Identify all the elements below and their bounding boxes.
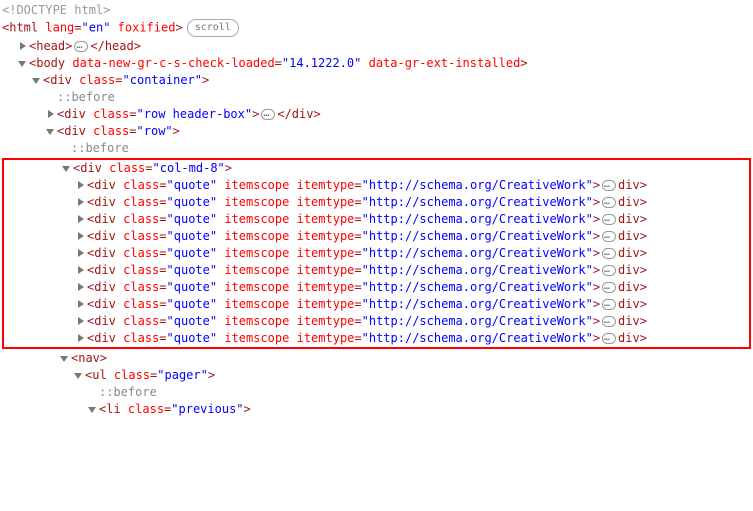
- li-previous-element[interactable]: <li class="previous">: [2, 401, 751, 418]
- header-box-element[interactable]: <div class="row header-box"></div>: [2, 106, 751, 123]
- twisty-icon[interactable]: [44, 109, 57, 121]
- quote-element[interactable]: <div class="quote" itemscope itemtype="h…: [4, 245, 749, 262]
- body-element[interactable]: <body data-new-gr-c-s-check-loaded="14.1…: [2, 55, 751, 72]
- highlighted-selection: <div class="col-md-8"> <div class="quote…: [2, 158, 751, 349]
- head-element[interactable]: <head></head>: [2, 38, 751, 55]
- twisty-icon[interactable]: [16, 58, 29, 70]
- pseudo-before: ::before: [2, 140, 751, 157]
- row-element[interactable]: <div class="row">: [2, 123, 751, 140]
- twisty-icon[interactable]: [74, 299, 87, 311]
- pager-element[interactable]: <ul class="pager">: [2, 367, 751, 384]
- ellipsis-icon[interactable]: [261, 109, 275, 120]
- twisty-icon[interactable]: [74, 214, 87, 226]
- quote-element[interactable]: <div class="quote" itemscope itemtype="h…: [4, 211, 749, 228]
- twisty-icon[interactable]: [74, 282, 87, 294]
- quote-element[interactable]: <div class="quote" itemscope itemtype="h…: [4, 177, 749, 194]
- ellipsis-icon[interactable]: [602, 316, 616, 327]
- twisty-icon[interactable]: [74, 265, 87, 277]
- quote-element[interactable]: <div class="quote" itemscope itemtype="h…: [4, 194, 749, 211]
- doctype-text: <!DOCTYPE html>: [2, 3, 110, 17]
- ellipsis-icon[interactable]: [602, 333, 616, 344]
- quote-element[interactable]: <div class="quote" itemscope itemtype="h…: [4, 296, 749, 313]
- ellipsis-icon[interactable]: [602, 265, 616, 276]
- col-md-8-element[interactable]: <div class="col-md-8">: [4, 160, 749, 177]
- twisty-icon[interactable]: [74, 316, 87, 328]
- pseudo-before: ::before: [2, 89, 751, 106]
- scroll-badge[interactable]: scroll: [187, 19, 239, 37]
- ellipsis-icon[interactable]: [602, 231, 616, 242]
- ellipsis-icon[interactable]: [602, 197, 616, 208]
- twisty-icon[interactable]: [44, 126, 57, 138]
- ellipsis-icon[interactable]: [602, 299, 616, 310]
- quote-element[interactable]: <div class="quote" itemscope itemtype="h…: [4, 330, 749, 347]
- twisty-icon[interactable]: [60, 163, 73, 175]
- html-open[interactable]: <html lang="en" foxified>scroll: [2, 19, 751, 38]
- twisty-icon[interactable]: [30, 75, 43, 87]
- ellipsis-icon[interactable]: [602, 248, 616, 259]
- twisty-icon[interactable]: [16, 41, 29, 53]
- twisty-icon[interactable]: [74, 333, 87, 345]
- ellipsis-icon[interactable]: [602, 282, 616, 293]
- twisty-icon[interactable]: [74, 248, 87, 260]
- twisty-icon[interactable]: [86, 404, 99, 416]
- doctype-line: <!DOCTYPE html>: [2, 2, 751, 19]
- quote-element[interactable]: <div class="quote" itemscope itemtype="h…: [4, 313, 749, 330]
- twisty-icon[interactable]: [72, 370, 85, 382]
- container-element[interactable]: <div class="container">: [2, 72, 751, 89]
- pseudo-before: ::before: [2, 384, 751, 401]
- ellipsis-icon[interactable]: [74, 41, 88, 52]
- twisty-icon[interactable]: [74, 180, 87, 192]
- ellipsis-icon[interactable]: [602, 214, 616, 225]
- twisty-icon[interactable]: [74, 197, 87, 209]
- ellipsis-icon[interactable]: [602, 180, 616, 191]
- twisty-icon[interactable]: [58, 353, 71, 365]
- quote-element[interactable]: <div class="quote" itemscope itemtype="h…: [4, 262, 749, 279]
- quote-element[interactable]: <div class="quote" itemscope itemtype="h…: [4, 279, 749, 296]
- twisty-icon[interactable]: [74, 231, 87, 243]
- nav-element[interactable]: <nav>: [2, 350, 751, 367]
- quote-element[interactable]: <div class="quote" itemscope itemtype="h…: [4, 228, 749, 245]
